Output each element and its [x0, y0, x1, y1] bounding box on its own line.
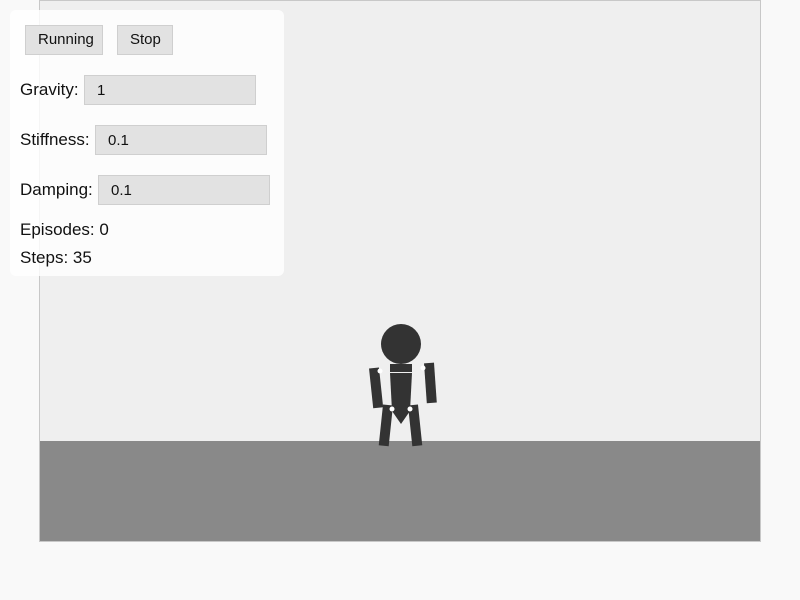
ragdoll-torso — [390, 373, 412, 424]
ragdoll-joint — [377, 368, 383, 374]
ragdoll-right-arm — [424, 362, 437, 404]
damping-input[interactable] — [98, 175, 270, 205]
gravity-input[interactable] — [84, 75, 256, 105]
gravity-label: Gravity: — [20, 80, 79, 99]
running-button[interactable]: Running — [25, 25, 103, 55]
damping-label: Damping: — [20, 180, 93, 199]
control-panel: Running Stop Gravity: Stiffness: Damping… — [10, 10, 284, 276]
ragdoll-left-arm — [369, 367, 384, 409]
ragdoll-joint — [420, 365, 426, 371]
steps-counter: Steps: 35 — [20, 248, 92, 267]
ragdoll-head — [381, 324, 421, 364]
ragdoll-neck — [390, 364, 412, 372]
ragdoll-joint — [407, 406, 413, 412]
stiffness-input[interactable] — [95, 125, 267, 155]
ragdoll-joint — [389, 406, 395, 412]
episodes-counter: Episodes: 0 — [20, 220, 109, 239]
stiffness-label: Stiffness: — [20, 130, 90, 149]
stop-button[interactable]: Stop — [117, 25, 173, 55]
